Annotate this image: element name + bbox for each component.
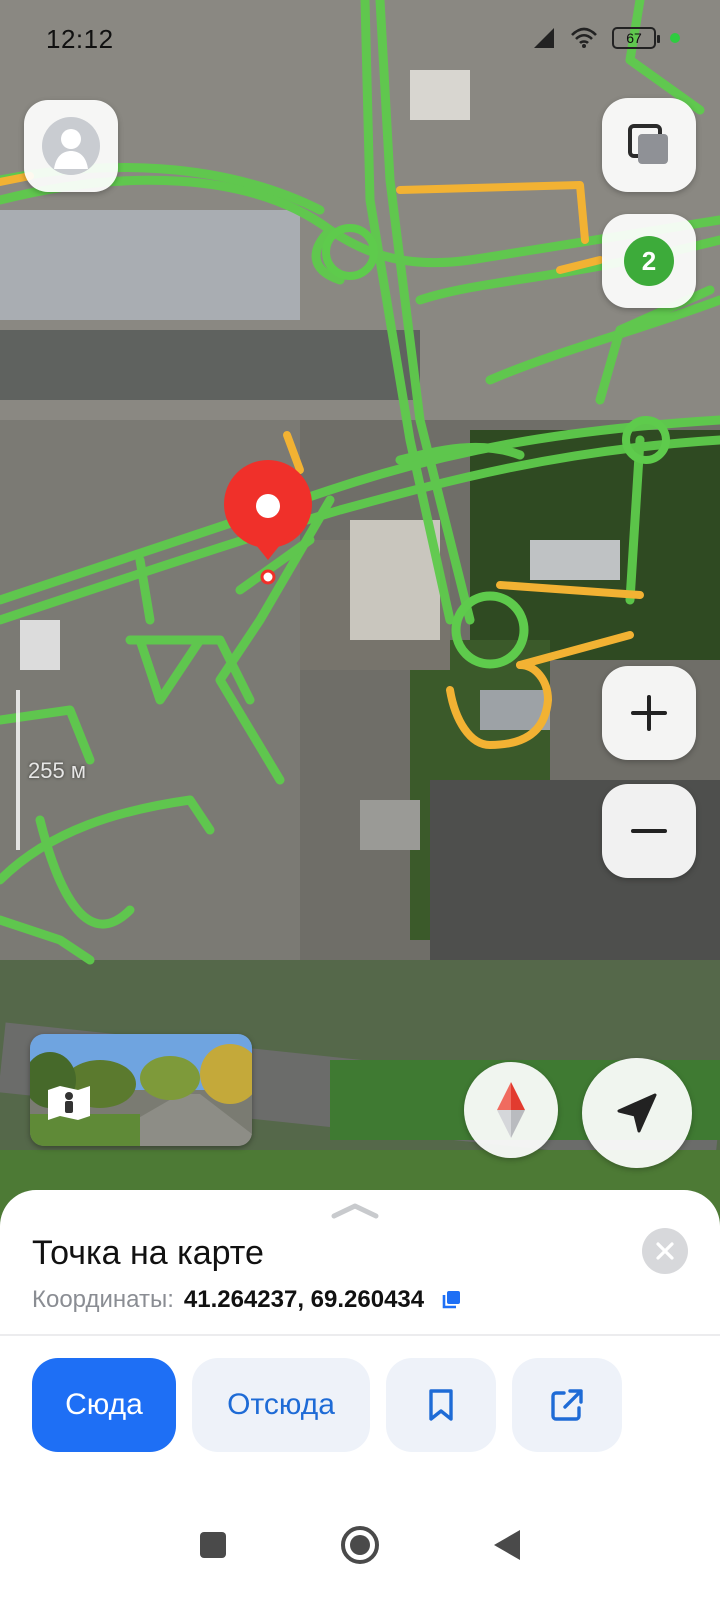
bookmark-button[interactable] bbox=[386, 1358, 496, 1452]
route-to-here-button[interactable]: Сюда bbox=[32, 1358, 176, 1452]
compass-icon bbox=[497, 1082, 525, 1138]
coordinates-row: Координаты: 41.264237, 69.260434 bbox=[32, 1286, 462, 1314]
copy-icon[interactable] bbox=[440, 1289, 462, 1311]
home-icon[interactable] bbox=[340, 1525, 380, 1565]
user-avatar-icon bbox=[42, 117, 100, 175]
close-button[interactable] bbox=[642, 1228, 688, 1274]
map-scale-label: 255 м bbox=[28, 758, 86, 783]
share-icon bbox=[551, 1389, 583, 1421]
my-location-button[interactable] bbox=[582, 1058, 692, 1168]
zoom-in-button[interactable] bbox=[602, 666, 696, 760]
recent-apps-icon[interactable] bbox=[198, 1530, 228, 1560]
traffic-level-badge: 2 bbox=[624, 236, 674, 286]
bookmark-icon bbox=[429, 1389, 453, 1421]
status-time: 12:12 bbox=[46, 24, 114, 54]
street-panorama-preview[interactable] bbox=[30, 1034, 252, 1146]
sheet-handle-icon[interactable] bbox=[330, 1200, 380, 1220]
profile-button[interactable] bbox=[24, 100, 118, 192]
close-icon bbox=[656, 1242, 674, 1260]
minus-icon bbox=[631, 829, 667, 833]
action-buttons: Сюда Отсюда bbox=[32, 1358, 622, 1452]
map-scale-bar bbox=[16, 690, 20, 850]
route-from-here-button[interactable]: Отсюда bbox=[192, 1358, 370, 1452]
signal-icon bbox=[534, 28, 554, 48]
divider bbox=[0, 1334, 720, 1336]
battery-icon: 67 bbox=[612, 27, 660, 49]
share-button[interactable] bbox=[512, 1358, 622, 1452]
place-title: Точка на карте bbox=[32, 1234, 264, 1272]
wifi-icon bbox=[571, 27, 597, 48]
layers-icon bbox=[628, 124, 668, 164]
coordinates-value[interactable]: 41.264237, 69.260434 bbox=[184, 1286, 424, 1314]
coordinates-label: Координаты: bbox=[32, 1286, 174, 1313]
status-bar: 12:12 67 bbox=[0, 0, 720, 72]
navigation-arrow-icon bbox=[617, 1093, 657, 1133]
plus-icon bbox=[631, 695, 667, 731]
map-view[interactable]: 12:12 67 2 255 м bbox=[0, 0, 720, 1240]
privacy-indicator-icon bbox=[670, 33, 680, 43]
layers-button[interactable] bbox=[602, 98, 696, 192]
system-navigation-bar bbox=[0, 1490, 720, 1600]
traffic-button[interactable]: 2 bbox=[602, 214, 696, 308]
zoom-out-button[interactable] bbox=[602, 784, 696, 878]
back-icon[interactable] bbox=[492, 1528, 522, 1562]
panorama-person-icon bbox=[48, 1086, 90, 1120]
compass-button[interactable] bbox=[464, 1062, 558, 1158]
